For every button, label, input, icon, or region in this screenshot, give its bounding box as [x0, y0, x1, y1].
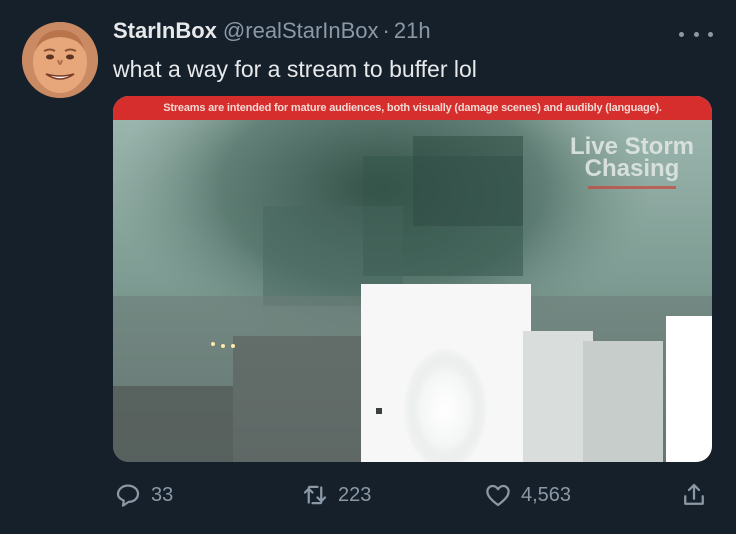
- retweet-count: 223: [338, 483, 372, 506]
- media-video-frame[interactable]: Streams are intended for mature audience…: [113, 96, 712, 462]
- like-button[interactable]: 4,563: [483, 478, 571, 512]
- tweet[interactable]: StarInBox @realStarInBox · 21h what a wa…: [0, 0, 736, 534]
- avatar[interactable]: [22, 22, 98, 98]
- timestamp[interactable]: 21h: [394, 18, 431, 44]
- tweet-header: StarInBox @realStarInBox · 21h: [113, 18, 431, 52]
- like-count: 4,563: [521, 483, 572, 506]
- content-warning-banner: Streams are intended for mature audience…: [113, 96, 712, 120]
- user-handle[interactable]: @realStarInBox: [223, 18, 379, 44]
- channel-watermark: Live Storm Chasing: [570, 135, 694, 189]
- heart-icon: [486, 484, 510, 507]
- reply-button[interactable]: 33: [113, 478, 173, 512]
- more-dot: [693, 31, 699, 37]
- speech-bubble-icon: [116, 484, 140, 507]
- share-button[interactable]: [679, 478, 717, 512]
- more-dot: [708, 31, 713, 37]
- tweet-text: what a way for a stream to buffer lol: [113, 56, 477, 82]
- avatar-face-image: [22, 22, 98, 98]
- retweet-arrows-icon: [303, 485, 327, 505]
- more-dot: [679, 31, 684, 37]
- retweet-button[interactable]: 223: [300, 478, 371, 512]
- reply-count: 33: [151, 483, 174, 506]
- share-upload-icon: [684, 483, 704, 505]
- separator-dot: ·: [382, 18, 390, 43]
- display-name[interactable]: StarInBox: [113, 18, 217, 44]
- more-options-icon[interactable]: [679, 22, 713, 46]
- watermark-underline: [587, 186, 676, 189]
- watermark-line-2: Chasing: [584, 155, 680, 182]
- tweet-actions: 33 223 4,563: [113, 478, 713, 512]
